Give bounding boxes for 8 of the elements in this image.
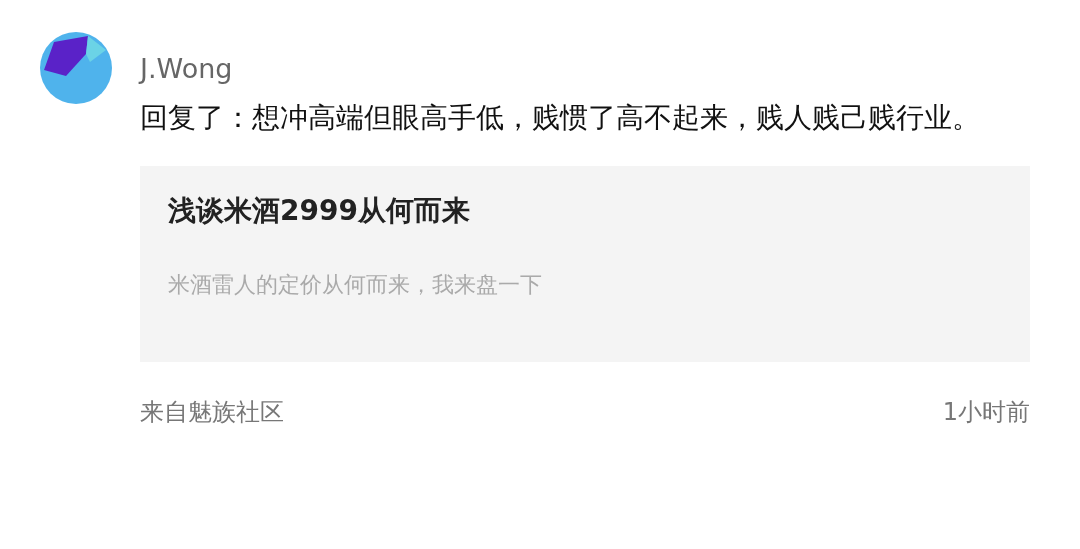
comment-text: 回复了：想冲高端但眼高手低，贱惯了高不起来，贱人贱己贱行业。 — [140, 100, 980, 136]
avatar-icon — [40, 32, 112, 104]
author-name[interactable]: J.Wong — [140, 52, 980, 86]
source-label: 来自魅族社区 — [140, 397, 284, 428]
timestamp: 1小时前 — [942, 397, 1030, 428]
quoted-post-card[interactable]: 浅谈米酒2999从何而来 米酒雷人的定价从何而来，我来盘一下 — [140, 166, 1030, 362]
post-summary: 米酒雷人的定价从何而来，我来盘一下 — [168, 271, 543, 299]
post-title: 浅谈米酒2999从何而来 — [168, 193, 471, 229]
